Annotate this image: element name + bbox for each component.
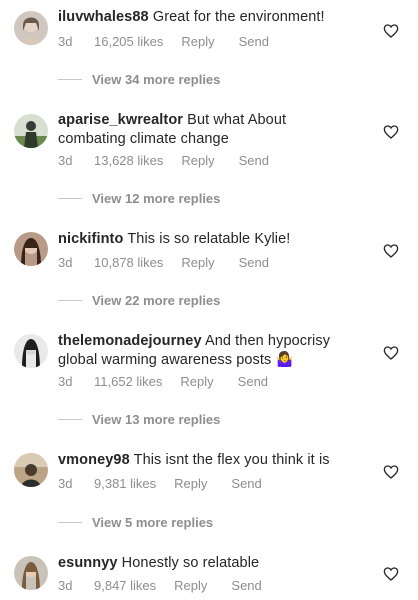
- avatar[interactable]: [14, 11, 48, 45]
- view-replies-button[interactable]: View 5 more replies: [58, 515, 213, 530]
- comment-age: 3d: [58, 153, 73, 168]
- avatar[interactable]: [14, 334, 48, 368]
- comment-text: thelemonadejourney And then hypocrisy gl…: [58, 332, 348, 370]
- comment-username[interactable]: esunnyy: [58, 555, 118, 571]
- view-replies-button[interactable]: View 12 more replies: [58, 191, 220, 206]
- comment-body: This is so relatable Kylie!: [127, 231, 291, 247]
- view-replies-button[interactable]: View 13 more replies: [58, 412, 220, 427]
- view-replies-label[interactable]: View 13 more replies: [92, 412, 220, 427]
- comment-username[interactable]: nickifinto: [58, 231, 123, 247]
- comment-username[interactable]: vmoney98: [58, 452, 130, 468]
- comment-age: 3d: [58, 578, 73, 593]
- comment-meta: 3d 16,205 likes Reply Send: [58, 34, 269, 49]
- heart-outline-icon[interactable]: [383, 243, 399, 259]
- replies-divider: [58, 419, 82, 420]
- avatar[interactable]: [14, 453, 48, 487]
- heart-outline-icon[interactable]: [383, 124, 399, 140]
- comment-text: aparise_kwrealtor But what About combati…: [58, 111, 348, 149]
- replies-divider: [58, 198, 82, 199]
- replies-divider: [58, 79, 82, 80]
- view-replies-button[interactable]: View 22 more replies: [58, 293, 220, 308]
- view-replies-label[interactable]: View 5 more replies: [92, 515, 213, 530]
- comment-likes[interactable]: 16,205 likes: [94, 34, 163, 49]
- heart-outline-icon[interactable]: [383, 23, 399, 39]
- avatar[interactable]: [14, 114, 48, 148]
- comment-likes[interactable]: 9,847 likes: [94, 578, 156, 593]
- replies-divider: [58, 522, 82, 523]
- view-replies-label[interactable]: View 12 more replies: [92, 191, 220, 206]
- heart-outline-icon[interactable]: [383, 464, 399, 480]
- comment-age: 3d: [58, 476, 73, 491]
- comment-text: iluvwhales88 Great for the environment!: [58, 8, 348, 27]
- comment-age: 3d: [58, 34, 73, 49]
- reply-button[interactable]: Reply: [181, 255, 214, 270]
- heart-outline-icon[interactable]: [383, 345, 399, 361]
- send-button[interactable]: Send: [239, 153, 269, 168]
- comment-text: vmoney98 This isnt the flex you think it…: [58, 451, 348, 470]
- send-button[interactable]: Send: [238, 374, 268, 389]
- view-replies-label[interactable]: View 34 more replies: [92, 72, 220, 87]
- reply-button[interactable]: Reply: [180, 374, 213, 389]
- comment-age: 3d: [58, 255, 73, 270]
- reply-button[interactable]: Reply: [181, 153, 214, 168]
- view-replies-button[interactable]: View 34 more replies: [58, 72, 220, 87]
- heart-outline-icon[interactable]: [383, 566, 399, 582]
- comment-username[interactable]: thelemonadejourney: [58, 333, 202, 349]
- replies-divider: [58, 300, 82, 301]
- avatar[interactable]: [14, 232, 48, 266]
- comment-text: nickifinto This is so relatable Kylie!: [58, 230, 348, 249]
- reply-button[interactable]: Reply: [174, 578, 207, 593]
- comment-likes[interactable]: 11,652 likes: [94, 374, 162, 389]
- avatar[interactable]: [14, 556, 48, 590]
- comment-meta: 3d 10,878 likes Reply Send: [58, 255, 269, 270]
- reply-button[interactable]: Reply: [181, 34, 214, 49]
- comment-meta: 3d 9,847 likes Reply Send: [58, 578, 262, 593]
- comment-age: 3d: [58, 374, 73, 389]
- comment-meta: 3d 9,381 likes Reply Send: [58, 476, 262, 491]
- comment-username[interactable]: iluvwhales88: [58, 9, 149, 25]
- comment-body: This isnt the flex you think it is: [133, 452, 330, 468]
- send-button[interactable]: Send: [239, 34, 269, 49]
- comment-body: Honestly so relatable: [121, 555, 260, 571]
- comment-likes[interactable]: 13,628 likes: [94, 153, 163, 168]
- comment-likes[interactable]: 10,878 likes: [94, 255, 163, 270]
- send-button[interactable]: Send: [231, 578, 261, 593]
- comment-likes[interactable]: 9,381 likes: [94, 476, 156, 491]
- comment-text: esunnyy Honestly so relatable: [58, 554, 348, 573]
- send-button[interactable]: Send: [231, 476, 261, 491]
- reply-button[interactable]: Reply: [174, 476, 207, 491]
- comment-username[interactable]: aparise_kwrealtor: [58, 112, 183, 128]
- comment-body: Great for the environment!: [152, 9, 325, 25]
- comment-meta: 3d 13,628 likes Reply Send: [58, 153, 269, 168]
- view-replies-label[interactable]: View 22 more replies: [92, 293, 220, 308]
- send-button[interactable]: Send: [239, 255, 269, 270]
- comment-meta: 3d 11,652 likes Reply Send: [58, 374, 268, 389]
